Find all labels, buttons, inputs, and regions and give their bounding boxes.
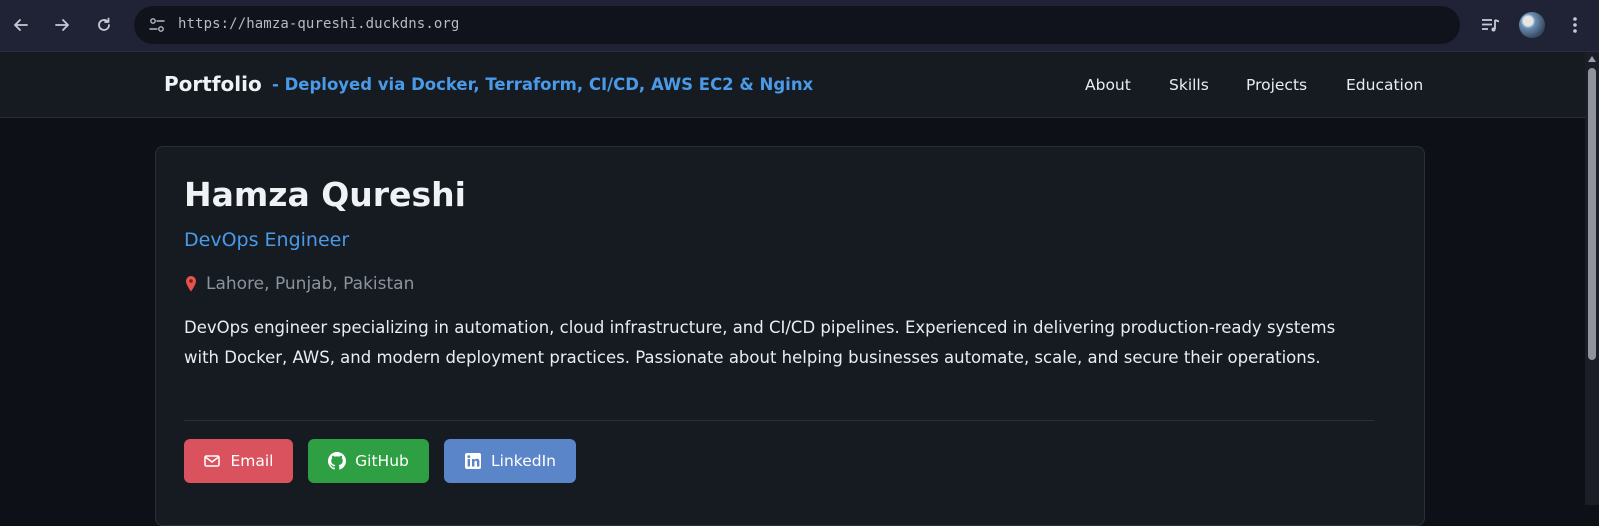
linkedin-button-label: LinkedIn [491, 452, 556, 470]
github-icon [328, 452, 347, 470]
linkedin-button[interactable]: LinkedIn [444, 439, 576, 483]
media-controls-icon[interactable] [1478, 12, 1504, 38]
scroll-thumb[interactable] [1588, 68, 1596, 360]
profile-name: Hamza Qureshi [184, 175, 466, 214]
browser-toolbar: https://hamza-qureshi.duckdns.org [0, 0, 1599, 52]
site-header: Portfolio - Deployed via Docker, Terrafo… [0, 52, 1585, 118]
divider [184, 420, 1374, 421]
page-scrollbar[interactable] [1585, 52, 1599, 505]
email-button-label: Email [230, 452, 274, 470]
back-button[interactable] [8, 12, 34, 38]
url-text: https://hamza-qureshi.duckdns.org [178, 16, 460, 32]
brand-tagline: - Deployed via Docker, Terraform, CI/CD,… [272, 75, 814, 94]
github-button[interactable]: GitHub [308, 439, 429, 483]
reload-icon [98, 17, 110, 31]
github-button-label: GitHub [355, 452, 409, 470]
forward-button[interactable] [49, 12, 75, 38]
nav-link-projects[interactable]: Projects [1246, 76, 1307, 94]
email-button[interactable]: Email [184, 439, 293, 483]
nav-link-about[interactable]: About [1085, 76, 1131, 94]
profile-card: Hamza Qureshi DevOps Engineer Lahore, Pu… [155, 146, 1425, 526]
brand-title[interactable]: Portfolio [164, 72, 262, 96]
profile-summary: DevOps engineer specializing in automati… [184, 318, 1336, 367]
arrow-left-icon [14, 19, 28, 31]
arrow-right-icon [55, 19, 69, 31]
nav-link-education[interactable]: Education [1346, 76, 1423, 94]
address-bar[interactable]: https://hamza-qureshi.duckdns.org [134, 6, 1460, 44]
location-pin-icon [186, 276, 196, 292]
scroll-up-arrow-icon[interactable] [1588, 56, 1596, 62]
location-text: Lahore, Punjab, Pakistan [206, 274, 415, 294]
site-settings-icon[interactable] [148, 16, 166, 34]
mail-icon [204, 455, 221, 467]
page-viewport: Portfolio - Deployed via Docker, Terrafo… [0, 52, 1585, 526]
profile-role: DevOps Engineer [184, 229, 350, 251]
more-options-icon[interactable] [1562, 12, 1588, 38]
profile-location: Lahore, Punjab, Pakistan [184, 274, 414, 294]
profile-avatar[interactable] [1519, 12, 1545, 38]
nav-link-skills[interactable]: Skills [1169, 76, 1209, 94]
reload-button[interactable] [91, 12, 117, 38]
linkedin-icon [465, 453, 482, 469]
